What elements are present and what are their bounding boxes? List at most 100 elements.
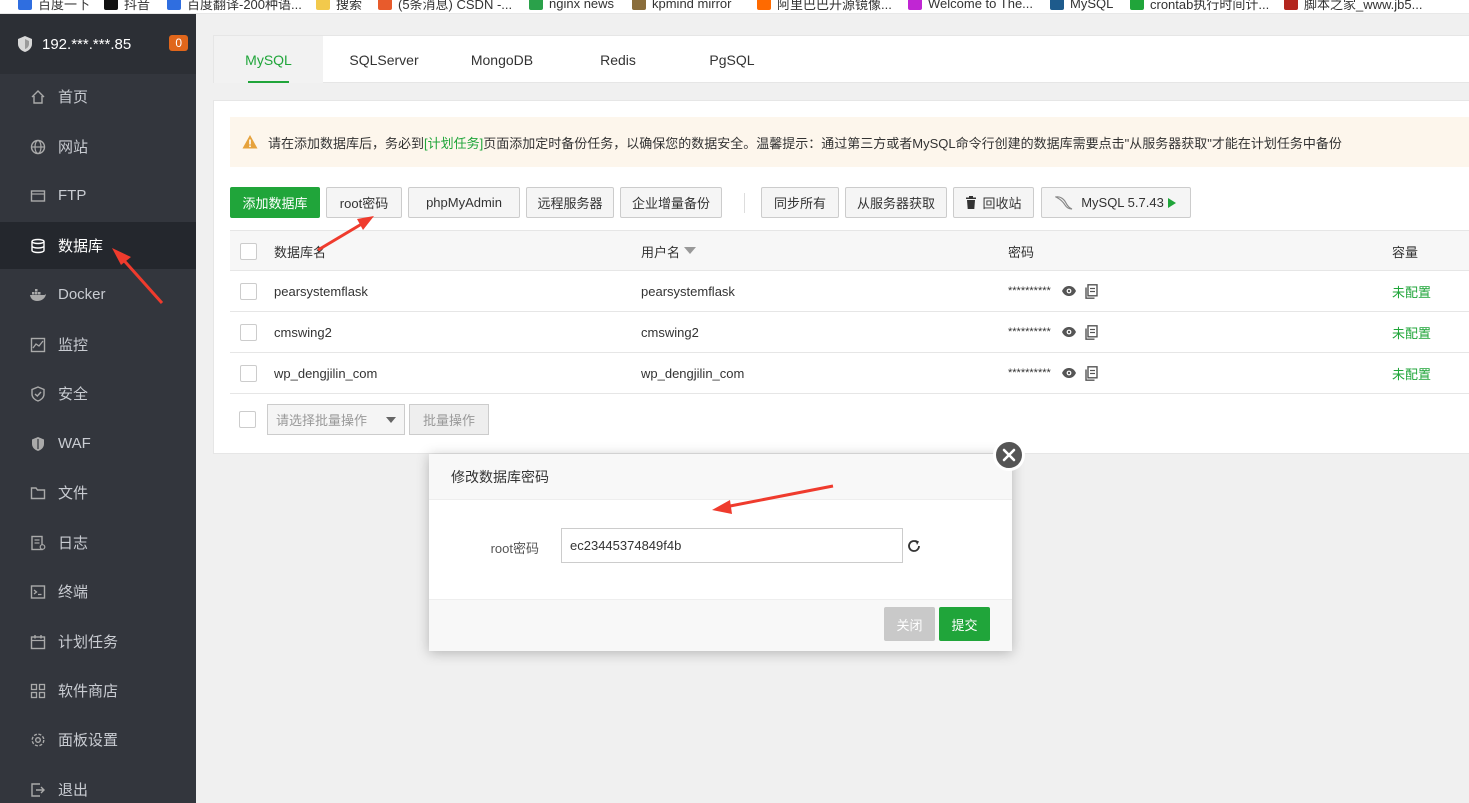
sidebar-item-logout[interactable]: 退出 xyxy=(0,766,196,803)
bookmark-item[interactable]: kpmind mirror xyxy=(632,0,731,13)
row-checkbox[interactable] xyxy=(240,364,257,382)
incremental-backup-button[interactable]: 企业增量备份 xyxy=(620,187,722,218)
username-cell: cmswing2 xyxy=(641,324,699,340)
bookmark-item[interactable]: (5条消息) CSDN -... xyxy=(378,0,512,13)
root-password-input[interactable]: ec23445374849f4b xyxy=(561,528,903,563)
tab-mongodb[interactable]: MongoDB xyxy=(454,36,550,83)
batch-operation-placeholder: 请选择批量操作 xyxy=(276,413,368,428)
tab-pgsql[interactable]: PgSQL xyxy=(692,36,772,83)
toolbar-divider xyxy=(744,193,745,213)
capacity-cell[interactable]: 未配置 xyxy=(1392,353,1431,393)
bookmark-label: MySQL xyxy=(1070,0,1114,11)
sidebar-item-log[interactable]: 日志 xyxy=(0,519,196,566)
bookmark-favicon-icon xyxy=(1284,0,1298,10)
sidebar-item-globe[interactable]: 网站 xyxy=(0,123,196,170)
eye-icon[interactable] xyxy=(1061,285,1077,297)
notice-text-after: 页面添加定时备份任务，以确保您的数据安全。温馨提示：通过第三方或者MySQL命令… xyxy=(483,135,1342,151)
copy-icon[interactable] xyxy=(1085,365,1098,381)
sync-all-button[interactable]: 同步所有 xyxy=(761,187,839,218)
settings-icon xyxy=(29,731,47,749)
recycle-bin-button[interactable]: 回收站 xyxy=(953,187,1034,218)
bookmark-item[interactable]: 百度一下 xyxy=(18,0,90,13)
bookmark-favicon-icon xyxy=(529,0,543,10)
cron-task-link[interactable]: [计划任务] xyxy=(424,133,483,152)
sidebar-item-terminal[interactable]: 终端 xyxy=(0,568,196,615)
copy-icon[interactable] xyxy=(1085,324,1098,340)
close-dialog-button[interactable] xyxy=(993,439,1025,471)
sidebar-item-docker[interactable]: Docker xyxy=(0,271,196,318)
change-password-dialog: 修改数据库密码 root密码 ec23445374849f4b 关闭 提交 xyxy=(429,439,1025,651)
sidebar-item-label: FTP xyxy=(58,187,87,204)
bookmark-item[interactable]: crontab执行时间计... xyxy=(1130,0,1269,13)
remote-server-button[interactable]: 远程服务器 xyxy=(526,187,614,218)
sidebar-item-label: 文件 xyxy=(58,485,89,502)
dialog-body: root密码 ec23445374849f4b xyxy=(429,500,1012,598)
batch-operation-select[interactable]: 请选择批量操作 xyxy=(267,404,405,435)
sort-down-icon xyxy=(684,247,697,255)
bookmark-item[interactable]: MySQL xyxy=(1050,0,1113,13)
server-header[interactable]: 192.***.***.85 0 xyxy=(0,14,196,74)
batch-select-checkbox[interactable] xyxy=(239,411,256,428)
bookmark-item[interactable]: 搜索 xyxy=(316,0,362,13)
sidebar-item-monitor[interactable]: 监控 xyxy=(0,321,196,368)
bookmark-label: 脚本之家_www.jb5... xyxy=(1304,0,1423,12)
add-database-button[interactable]: 添加数据库 xyxy=(230,187,320,218)
root-password-button[interactable]: root密码 xyxy=(326,187,402,218)
sidebar-item-label: 监控 xyxy=(58,337,89,354)
tab-mysql[interactable]: MySQL xyxy=(214,36,323,83)
eye-icon[interactable] xyxy=(1061,367,1077,379)
table-row: wp_dengjilin_com wp_dengjilin_com ********… xyxy=(230,353,1469,394)
monitor-icon xyxy=(29,336,47,354)
row-checkbox[interactable] xyxy=(240,282,257,300)
select-all-checkbox[interactable] xyxy=(240,242,257,260)
eye-icon[interactable] xyxy=(1061,326,1077,338)
tab-sqlserver[interactable]: SQLServer xyxy=(329,36,439,83)
sidebar-item-apps[interactable]: 软件商店 xyxy=(0,667,196,714)
mysql-version-label: MySQL 5.7.43 xyxy=(1081,195,1164,210)
sidebar-item-ftp[interactable]: FTP xyxy=(0,172,196,219)
close-button[interactable]: 关闭 xyxy=(884,607,935,641)
capacity-cell[interactable]: 未配置 xyxy=(1392,312,1431,352)
bookmark-favicon-icon xyxy=(316,0,330,10)
bookmark-item[interactable]: 百度翻译-200种语... xyxy=(167,0,302,13)
bookmark-label: 百度一下 xyxy=(38,0,91,12)
bookmark-favicon-icon xyxy=(167,0,181,10)
sidebar-item-settings[interactable]: 面板设置 xyxy=(0,716,196,763)
sidebar-item-home[interactable]: 首页 xyxy=(0,73,196,120)
sidebar-item-label: 软件商店 xyxy=(58,683,119,700)
submit-button[interactable]: 提交 xyxy=(939,607,990,641)
sidebar-item-label: WAF xyxy=(58,435,91,452)
row-checkbox[interactable] xyxy=(240,323,257,341)
bookmark-label: 搜索 xyxy=(336,0,363,12)
sidebar-item-label: 首页 xyxy=(58,89,89,106)
sidebar-item-folder[interactable]: 文件 xyxy=(0,469,196,516)
header-db-name[interactable]: 数据库名 xyxy=(274,231,326,271)
bookmark-item[interactable]: 脚本之家_www.jb5... xyxy=(1284,0,1422,13)
phpmyadmin-button[interactable]: phpMyAdmin xyxy=(408,187,520,218)
refresh-password-icon[interactable] xyxy=(906,538,922,557)
bookmark-favicon-icon xyxy=(1130,0,1144,10)
bookmark-item[interactable]: nginx news xyxy=(529,0,614,13)
fetch-from-server-button[interactable]: 从服务器获取 xyxy=(845,187,947,218)
sidebar-item-calendar[interactable]: 计划任务 xyxy=(0,618,196,665)
bookmark-item[interactable]: 抖音 xyxy=(104,0,150,13)
bookmark-item[interactable]: 阿里巴巴开源镜像... xyxy=(757,0,892,13)
tab-redis[interactable]: Redis xyxy=(580,36,656,83)
globe-icon xyxy=(29,138,47,156)
trash-icon xyxy=(965,196,977,209)
capacity-cell[interactable]: 未配置 xyxy=(1392,271,1431,311)
sidebar-item-database[interactable]: 数据库 xyxy=(0,222,196,269)
batch-operation-button[interactable]: 批量操作 xyxy=(409,404,489,435)
bookmark-label: 百度翻译-200种语... xyxy=(187,0,302,12)
bookmark-label: 阿里巴巴开源镜像... xyxy=(777,0,892,12)
copy-icon[interactable] xyxy=(1085,283,1098,299)
database-table: 数据库名 用户名 密码 容量 pearsystemflask pearsystem… xyxy=(230,230,1469,394)
notification-badge[interactable]: 0 xyxy=(169,35,188,51)
mysql-version-button[interactable]: MySQL 5.7.43 xyxy=(1041,187,1191,218)
sidebar-item-waf[interactable]: WAF xyxy=(0,420,196,467)
bookmark-item[interactable]: Welcome to The... xyxy=(908,0,1033,13)
sidebar-item-shield[interactable]: 安全 xyxy=(0,370,196,417)
header-username[interactable]: 用户名 xyxy=(641,231,697,271)
bookmark-favicon-icon xyxy=(757,0,771,10)
ftp-icon xyxy=(29,187,47,205)
